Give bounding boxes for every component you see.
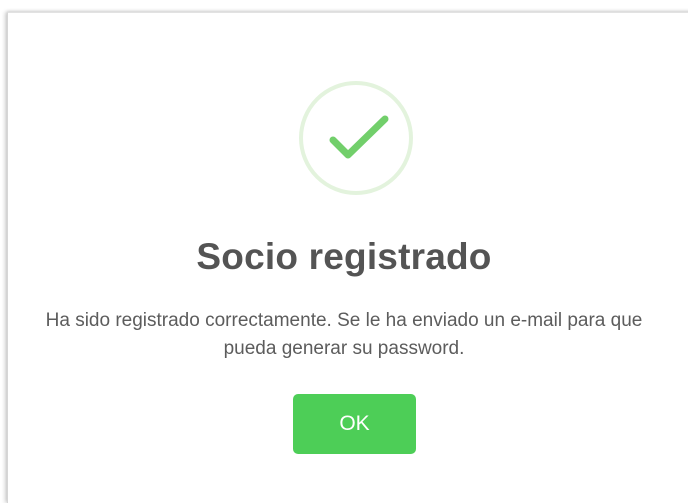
- check-icon: [329, 115, 389, 159]
- success-ring: [299, 81, 413, 195]
- ok-button[interactable]: OK: [293, 394, 416, 454]
- dialog-title: Socio registrado: [196, 236, 492, 277]
- dialog-message: Ha sido registrado correctamente. Se le …: [45, 310, 643, 359]
